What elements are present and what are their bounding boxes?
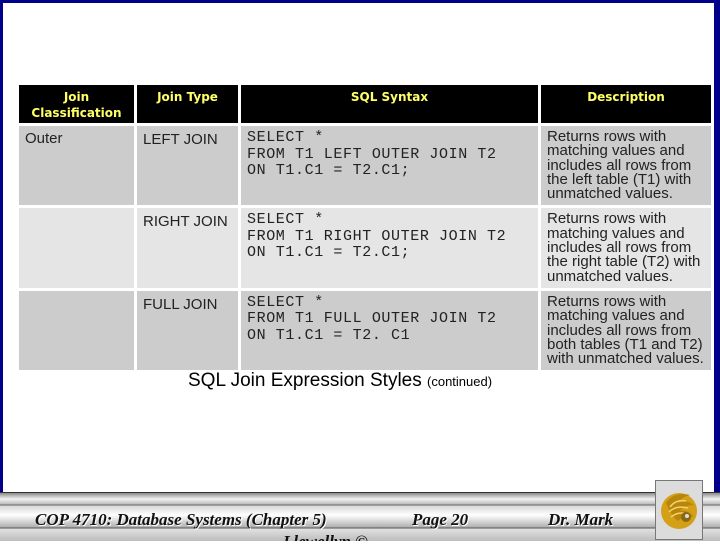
header-join-classification: Join Classification	[19, 85, 134, 123]
cell-join-type: LEFT JOIN	[137, 126, 238, 206]
slide-title: SQL Join Expression Styles (continued)	[188, 370, 492, 392]
footer-author-overflow: Llewellyn ©	[283, 529, 368, 541]
table-row: Outer LEFT JOIN SELECT * FROM T1 LEFT OU…	[19, 126, 711, 206]
join-table: Join Classification Join Type SQL Syntax…	[16, 82, 714, 373]
header-description: Description	[541, 85, 711, 123]
slide-title-suffix: (continued)	[427, 374, 493, 389]
footer-course: COP 4710: Database Systems (Chapter 5)	[35, 510, 327, 529]
cell-sql: SELECT * FROM T1 RIGHT OUTER JOIN T2 ON …	[241, 208, 538, 288]
header-join-type: Join Type	[137, 85, 238, 123]
header-sql-syntax: SQL Syntax	[241, 85, 538, 123]
cell-description: Returns rows with matching values and in…	[541, 290, 711, 371]
header-class-line2: Classification	[31, 106, 122, 120]
table-row: RIGHT JOIN SELECT * FROM T1 RIGHT OUTER …	[19, 208, 711, 288]
table-header-row: Join Classification Join Type SQL Syntax…	[19, 85, 711, 123]
cell-sql: SELECT * FROM T1 FULL OUTER JOIN T2 ON T…	[241, 290, 538, 371]
slide-title-main: SQL Join Expression Styles	[188, 370, 422, 391]
cell-classification: Outer	[19, 126, 134, 206]
cell-sql: SELECT * FROM T1 LEFT OUTER JOIN T2 ON T…	[241, 126, 538, 206]
footer-page-number: Page 20	[412, 510, 469, 529]
cell-join-type: RIGHT JOIN	[137, 208, 238, 288]
cell-join-type: FULL JOIN	[137, 290, 238, 371]
header-class-line1: Join	[63, 90, 90, 104]
cell-description: Returns rows with matching values and in…	[541, 208, 711, 288]
table-row: FULL JOIN SELECT * FROM T1 FULL OUTER JO…	[19, 290, 711, 371]
ucf-pegasus-logo	[655, 480, 703, 540]
cell-description: Returns rows with matching values and in…	[541, 126, 711, 206]
footer-author: Dr. Mark	[548, 510, 614, 529]
pegasus-icon	[661, 493, 697, 529]
cell-classification	[19, 208, 134, 288]
footer-bar: COP 4710: Database Systems (Chapter 5) P…	[0, 492, 720, 541]
cell-classification	[19, 290, 134, 371]
